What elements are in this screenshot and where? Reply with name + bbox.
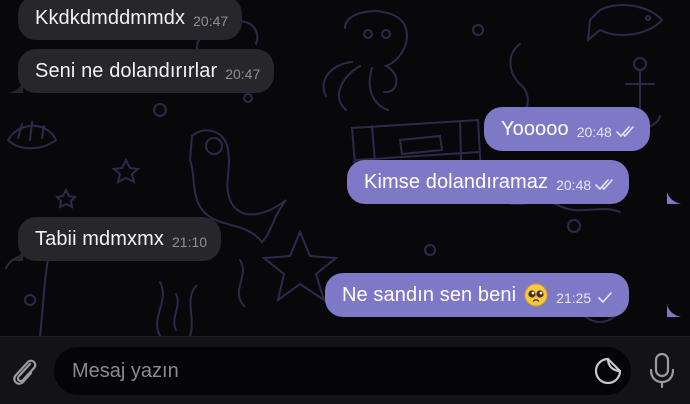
message-time: 21:25 [556, 290, 592, 306]
message-time: 20:48 [556, 177, 592, 193]
message-bubble-incoming[interactable]: Kkdkdmddmmdx 20:47 [18, 0, 243, 40]
chat-area[interactable]: Kkdkdmddmmdx 20:47 Seni ne dolandırırlar… [0, 0, 690, 336]
message-bubble-outgoing[interactable]: Yooooo 20:48 [484, 107, 650, 151]
message-bubble-incoming[interactable]: Seni ne dolandırırlar 20:47 [18, 49, 275, 93]
paperclip-icon[interactable] [7, 354, 41, 388]
message-time: 20:48 [576, 124, 612, 140]
message-text: Seni ne dolandırırlar [35, 59, 218, 82]
double-check-icon [595, 179, 613, 190]
message-time: 20:47 [193, 13, 229, 29]
message-bubble-incoming[interactable]: Tabii mdmxmx 21:10 [18, 217, 222, 261]
bubble-tail [9, 249, 23, 261]
message-bubble-outgoing[interactable]: Ne sandın sen beni 21:25 [325, 273, 630, 317]
bubble-tail [667, 192, 681, 204]
message-time: 20:47 [225, 66, 261, 82]
message-text: Kkdkdmddmmdx [35, 6, 186, 29]
sticker-icon[interactable] [591, 354, 625, 388]
message-meta: 20:47 [193, 13, 228, 29]
message-text: Kimse dolandıramaz [364, 170, 549, 193]
single-check-icon [598, 292, 613, 303]
message-meta: 20:48 [556, 177, 615, 193]
message-text: Tabii mdmxmx [35, 227, 164, 250]
message-meta: 21:25 [556, 290, 615, 306]
message-text: Yooooo [501, 117, 569, 140]
message-meta: 21:10 [172, 234, 207, 250]
bubble-tail [667, 305, 681, 317]
message-text: Ne sandın sen beni [342, 283, 517, 306]
pleading-face-emoji-icon [524, 283, 548, 307]
message-input[interactable] [72, 347, 572, 395]
message-time: 21:10 [172, 234, 208, 250]
double-check-icon [615, 126, 634, 137]
message-meta: 20:47 [225, 66, 260, 82]
bubble-tail [9, 81, 23, 93]
message-input-wrapper [54, 347, 631, 395]
microphone-icon[interactable] [645, 351, 679, 389]
message-meta: 20:48 [577, 124, 636, 140]
message-bubble-outgoing[interactable]: Kimse dolandıramaz 20:48 [347, 160, 630, 204]
